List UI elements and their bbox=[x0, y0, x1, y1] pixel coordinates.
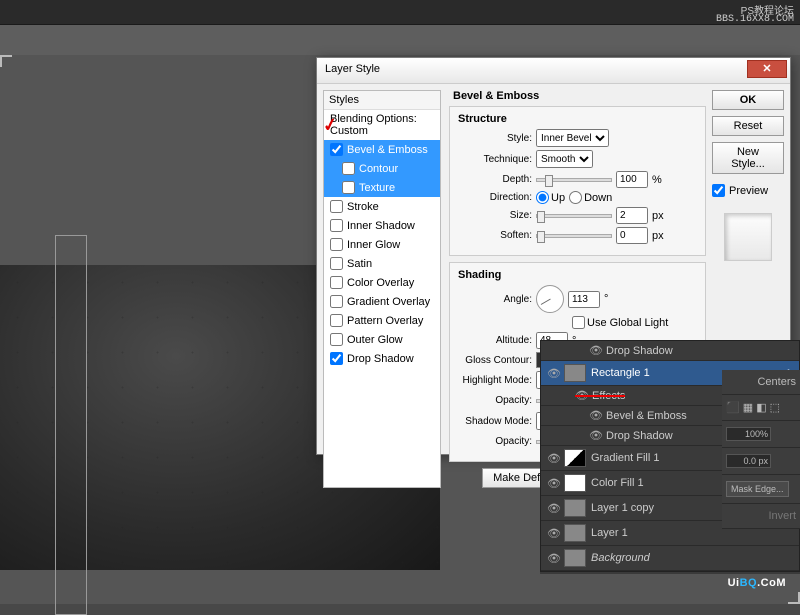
style-row-6[interactable]: Inner Glow bbox=[324, 235, 440, 254]
direction-label: Direction: bbox=[458, 192, 532, 203]
altitude-label: Altitude: bbox=[458, 335, 532, 346]
invert-label: Invert bbox=[722, 504, 800, 529]
layer-thumbnail bbox=[564, 524, 586, 542]
soften-input[interactable] bbox=[616, 227, 648, 244]
selection-rectangle[interactable] bbox=[55, 235, 87, 615]
style-row-7[interactable]: Satin bbox=[324, 254, 440, 273]
properties-panel: Centers ⬛ ▦ ◧ ⬚ Mask Edge... Invert bbox=[722, 370, 800, 529]
style-row-3[interactable]: Texture bbox=[324, 178, 440, 197]
style-row-8[interactable]: Color Overlay bbox=[324, 273, 440, 292]
technique-label: Technique: bbox=[458, 154, 532, 165]
app-menubar: PS教程论坛 BBS.16XX8.COM bbox=[0, 0, 800, 25]
size-unit: px bbox=[652, 210, 664, 222]
density-input[interactable] bbox=[726, 427, 771, 441]
visibility-icon: 👁 bbox=[547, 452, 559, 465]
soften-unit: px bbox=[652, 230, 664, 242]
prop-icons[interactable]: ⬛ ▦ ◧ ⬚ bbox=[722, 395, 800, 421]
dialog-title: Layer Style bbox=[325, 63, 380, 75]
structure-title: Structure bbox=[458, 113, 697, 125]
visibility-icon: 👁 bbox=[589, 429, 601, 442]
style-row-11[interactable]: Outer Glow bbox=[324, 330, 440, 349]
style-row-2[interactable]: Contour bbox=[324, 159, 440, 178]
style-row-4[interactable]: Stroke bbox=[324, 197, 440, 216]
style-label: Style: bbox=[458, 133, 532, 144]
gloss-label: Gloss Contour: bbox=[458, 355, 532, 366]
mask-edge-button[interactable]: Mask Edge... bbox=[726, 481, 789, 497]
shadow-mode-label: Shadow Mode: bbox=[458, 416, 532, 427]
visibility-icon: 👁 bbox=[547, 477, 559, 490]
angle-input[interactable] bbox=[568, 291, 600, 308]
feather-input[interactable] bbox=[726, 454, 771, 468]
direction-up-radio[interactable]: Up bbox=[536, 191, 565, 204]
angle-label: Angle: bbox=[458, 294, 532, 305]
crop-corner-tl bbox=[0, 55, 12, 67]
style-row-9[interactable]: Gradient Overlay bbox=[324, 292, 440, 311]
soften-slider[interactable] bbox=[536, 234, 612, 238]
depth-input[interactable] bbox=[616, 171, 648, 188]
layer-thumbnail bbox=[564, 499, 586, 517]
size-label: Size: bbox=[458, 210, 532, 221]
layer-thumbnail bbox=[564, 449, 586, 467]
structure-group: Structure Style: Inner Bevel Technique: Sm… bbox=[449, 106, 706, 256]
style-row-1[interactable]: Bevel & Emboss bbox=[324, 140, 440, 159]
layer-thumbnail bbox=[564, 549, 586, 567]
shadow-opacity-label: Opacity: bbox=[458, 436, 532, 447]
depth-unit: % bbox=[652, 174, 662, 186]
ok-button[interactable]: OK bbox=[712, 90, 784, 110]
cancel-button[interactable]: Reset bbox=[712, 116, 784, 136]
new-style-button[interactable]: New Style... bbox=[712, 142, 784, 174]
visibility-icon: 👁 bbox=[589, 344, 601, 357]
preview-swatch bbox=[724, 213, 772, 261]
centers-label: Centers bbox=[722, 370, 800, 395]
style-row-10[interactable]: Pattern Overlay bbox=[324, 311, 440, 330]
visibility-icon: 👁 bbox=[547, 527, 559, 540]
style-row-5[interactable]: Inner Shadow bbox=[324, 216, 440, 235]
technique-select[interactable]: Smooth bbox=[536, 150, 593, 168]
shading-title: Shading bbox=[458, 269, 697, 281]
soften-label: Soften: bbox=[458, 230, 532, 241]
visibility-icon: 👁 bbox=[547, 367, 559, 380]
dialog-titlebar[interactable]: Layer Style ✕ bbox=[317, 58, 790, 84]
watermark-logo: UiBQ.CoM bbox=[728, 569, 786, 592]
layer-thumbnail bbox=[564, 474, 586, 492]
style-select[interactable]: Inner Bevel bbox=[536, 129, 609, 147]
section-title: Bevel & Emboss bbox=[453, 90, 706, 102]
preview-check[interactable]: Preview bbox=[712, 184, 784, 197]
style-row-12[interactable]: Drop Shadow bbox=[324, 349, 440, 368]
visibility-icon: 👁 bbox=[589, 409, 601, 422]
layer-row-9[interactable]: 👁Background bbox=[541, 546, 799, 571]
visibility-icon: 👁 bbox=[547, 552, 559, 565]
size-input[interactable] bbox=[616, 207, 648, 224]
global-light-check[interactable]: Use Global Light bbox=[572, 316, 668, 329]
angle-dial[interactable] bbox=[536, 285, 564, 313]
depth-label: Depth: bbox=[458, 174, 532, 185]
direction-down-radio[interactable]: Down bbox=[569, 191, 612, 204]
styles-list: Styles Blending Options: CustomBevel & E… bbox=[323, 90, 441, 488]
visibility-icon: 👁 bbox=[547, 502, 559, 515]
highlight-mode-label: Highlight Mode: bbox=[458, 375, 532, 386]
layer-row-0[interactable]: 👁Drop Shadow bbox=[541, 341, 799, 361]
watermark-text-2: BBS.16XX8.COM bbox=[716, 14, 794, 25]
size-slider[interactable] bbox=[536, 214, 612, 218]
highlight-opacity-label: Opacity: bbox=[458, 395, 532, 406]
depth-slider[interactable] bbox=[536, 178, 612, 182]
layer-thumbnail bbox=[564, 364, 586, 382]
close-button[interactable]: ✕ bbox=[747, 60, 787, 78]
options-bar bbox=[0, 25, 800, 55]
crop-corner-br bbox=[788, 592, 800, 604]
styles-header[interactable]: Styles bbox=[324, 91, 440, 110]
